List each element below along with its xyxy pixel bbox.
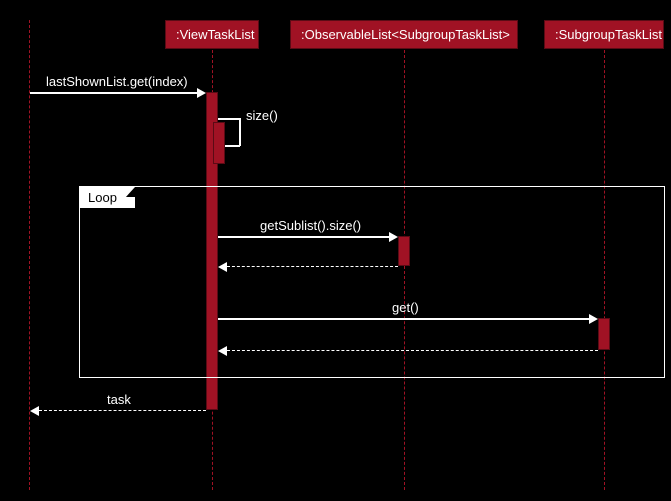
return-head-task: [30, 406, 39, 416]
return-m3: [227, 266, 398, 267]
arrow-head-m4: [589, 314, 598, 324]
return-task: [39, 410, 206, 411]
arrow-m4: [218, 318, 590, 320]
loop-label: Loop: [80, 187, 125, 208]
activation-size-self: [213, 122, 225, 164]
return-head-m3: [218, 262, 227, 272]
participant-subgroup-task-list: :SubgroupTaskList: [544, 20, 664, 49]
msg-get-sublist-size: getSublist().size(): [260, 218, 361, 233]
arrow-head-m1: [197, 88, 206, 98]
self-arrow-bottom: [224, 145, 240, 147]
arrow-head-m3: [389, 232, 398, 242]
return-head-m4: [218, 346, 227, 356]
self-arrow-side: [239, 118, 241, 146]
lifeline-caller: [29, 20, 30, 490]
participant-view-task-list: :ViewTaskList: [165, 20, 259, 49]
arrow-m1: [30, 92, 198, 94]
msg-task-return: task: [107, 392, 131, 407]
msg-last-shown-list-get: lastShownList.get(index): [46, 74, 188, 89]
activation-observable-list: [398, 236, 410, 266]
msg-size: size(): [246, 108, 278, 123]
participant-observable-list: :ObservableList<SubgroupTaskList>: [290, 20, 518, 49]
self-arrow-top: [218, 118, 240, 120]
return-m4: [227, 350, 598, 351]
activation-subgroup-task-list: [598, 318, 610, 350]
arrow-m3: [218, 236, 390, 238]
msg-get: get(): [392, 300, 419, 315]
